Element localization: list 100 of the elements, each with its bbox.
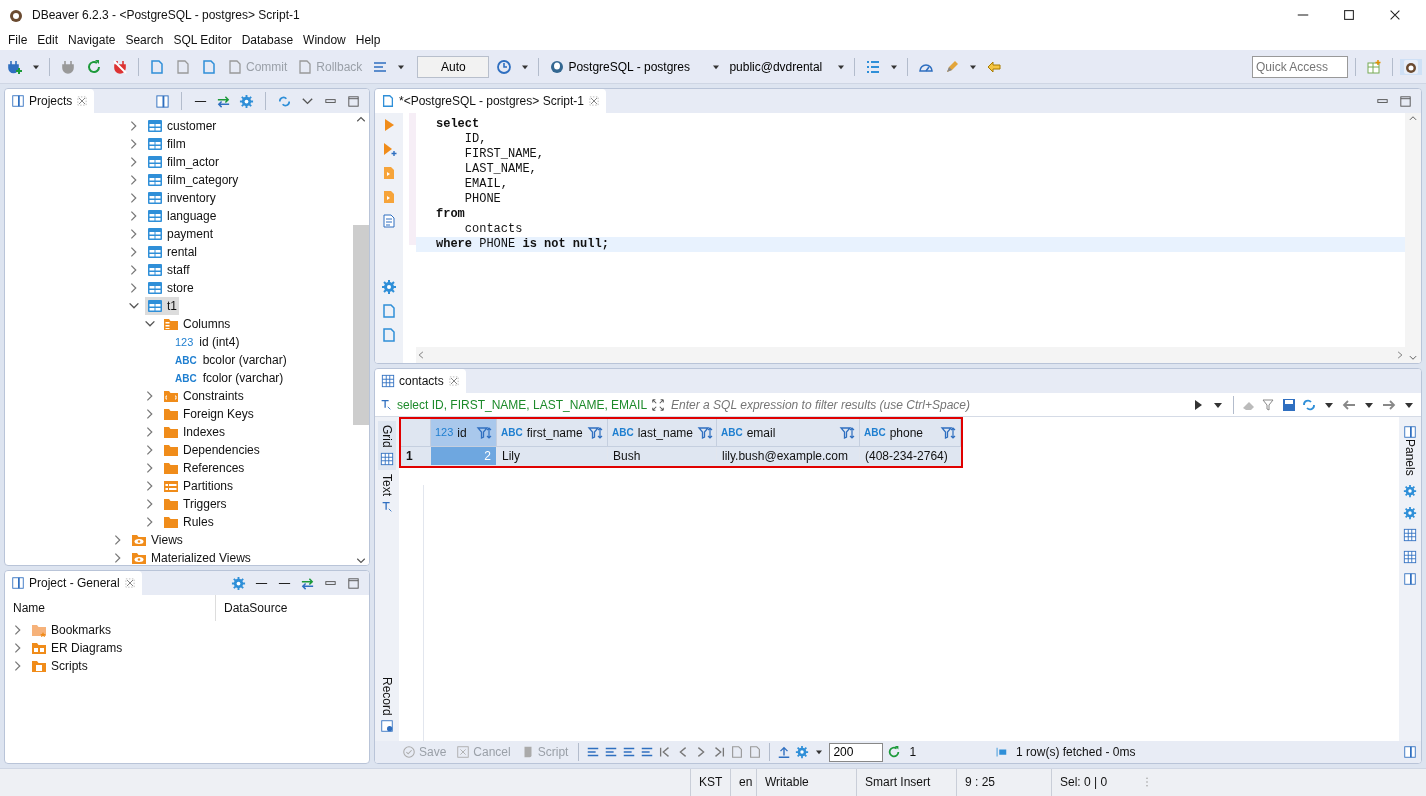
fetch-page-icon[interactable]: [730, 745, 745, 759]
column-header[interactable]: ABC email: [717, 419, 860, 447]
sort-filter-icon[interactable]: [476, 424, 492, 441]
close-icon[interactable]: [588, 95, 600, 107]
export-icon[interactable]: [381, 303, 397, 319]
settings-icon[interactable]: [381, 279, 397, 295]
query-label[interactable]: select ID, FIRST_NAME, LAST_NAME, EMAIL: [379, 395, 648, 414]
quick-access-field[interactable]: Quick Access: [1252, 55, 1348, 78]
sync-icon[interactable]: [277, 93, 292, 109]
tree-item[interactable]: Columns: [161, 315, 233, 333]
tree-item[interactable]: language: [145, 207, 219, 225]
panel-tab[interactable]: *<PostgreSQL - postgres> Script-1: [375, 89, 606, 113]
table-cell[interactable]: Lily: [497, 447, 608, 466]
tree-item[interactable]: inventory: [145, 189, 218, 207]
menu-item[interactable]: Navigate: [64, 31, 120, 49]
refresh-icon[interactable]: [887, 745, 902, 759]
tree-item[interactable]: film_category: [145, 171, 241, 189]
scroll-right-icon[interactable]: [1395, 350, 1405, 360]
maximize-icon[interactable]: [1398, 93, 1413, 109]
tree-item[interactable]: film: [145, 135, 188, 153]
tree-item[interactable]: Dependencies: [161, 441, 262, 459]
column-header[interactable]: DataSource: [215, 595, 360, 621]
auto-commit-button[interactable]: Auto: [417, 55, 490, 78]
panel-tab[interactable]: Project - General: [5, 571, 142, 595]
tree-item[interactable]: Indexes: [161, 423, 228, 441]
menu-item[interactable]: Help: [351, 31, 385, 49]
tree-item[interactable]: id (int4): [197, 333, 242, 351]
fetch-all-icon[interactable]: [748, 745, 763, 759]
table-cell[interactable]: Bush: [608, 447, 717, 466]
save-filter-icon[interactable]: [1281, 396, 1297, 413]
results-tab[interactable]: contacts: [375, 369, 466, 393]
connection-selector[interactable]: PostgreSQL - postgres: [546, 57, 707, 76]
view-tab[interactable]: Grid: [378, 421, 396, 470]
tree-item[interactable]: Triggers: [161, 495, 229, 513]
maximize-icon[interactable]: [346, 93, 361, 109]
settings-icon[interactable]: [239, 93, 254, 109]
scroll-down-icon[interactable]: [1408, 353, 1418, 363]
filter-icon[interactable]: [1261, 396, 1277, 413]
table-cell[interactable]: (408-234-2764): [860, 447, 961, 466]
sort-filter-icon[interactable]: [587, 424, 603, 441]
tree-item[interactable]: bcolor (varchar): [200, 351, 289, 369]
export-icon[interactable]: [777, 745, 792, 759]
column-header[interactable]: ABC phone: [860, 419, 961, 447]
add-row-icon[interactable]: [604, 745, 619, 759]
scroll-down-icon[interactable]: [355, 555, 367, 565]
tree-item[interactable]: Foreign Keys: [161, 405, 256, 423]
tree-item[interactable]: fcolor (varchar): [200, 369, 286, 387]
new-project-icon[interactable]: [155, 93, 170, 109]
view-tab[interactable]: Text: [378, 469, 396, 518]
panels-tab[interactable]: Panels: [1401, 425, 1419, 476]
tree-item[interactable]: Constraints: [161, 387, 246, 405]
tree-item[interactable]: film_actor: [145, 153, 221, 171]
tree-item[interactable]: Partitions: [161, 477, 236, 495]
scrollbar-thumb[interactable]: [353, 225, 369, 425]
close-icon[interactable]: [76, 95, 89, 107]
tree-item[interactable]: ER Diagrams: [29, 639, 125, 657]
tree-item[interactable]: rental: [145, 243, 200, 261]
menu-item[interactable]: Search: [121, 31, 168, 49]
grouping-icon[interactable]: [1403, 527, 1417, 542]
load-script-icon[interactable]: [381, 327, 397, 343]
close-icon[interactable]: [447, 375, 460, 387]
column-header[interactable]: 123 id: [431, 419, 497, 447]
tree-item[interactable]: staff: [145, 261, 192, 279]
menu-item[interactable]: File: [4, 31, 32, 49]
table-cell[interactable]: lily.bush@example.com: [717, 447, 860, 466]
panel-tab[interactable]: Projects: [5, 89, 95, 113]
schema-selector[interactable]: public@dvdrental: [726, 57, 832, 76]
tree-item[interactable]: payment: [145, 225, 216, 243]
column-header[interactable]: ABC first_name: [497, 419, 608, 447]
menu-item[interactable]: Window: [299, 31, 350, 49]
menu-item[interactable]: Edit: [33, 31, 63, 49]
sort-filter-icon[interactable]: [697, 424, 714, 441]
tree-item[interactable]: References: [161, 459, 247, 477]
scrollbar[interactable]: [416, 347, 1405, 363]
scrollbar[interactable]: [353, 113, 369, 565]
column-header[interactable]: Name: [5, 595, 215, 621]
scroll-up-icon[interactable]: [1408, 113, 1418, 123]
row-number[interactable]: 1: [401, 447, 431, 466]
maximize-icon[interactable]: [346, 575, 361, 591]
tree-item[interactable]: customer: [145, 117, 219, 135]
tree-item[interactable]: store: [145, 279, 196, 297]
tree-item[interactable]: Rules: [161, 513, 216, 531]
edit-icon[interactable]: [586, 745, 601, 759]
tree-item[interactable]: Scripts: [29, 657, 90, 675]
tree-item[interactable]: Views: [129, 531, 185, 549]
fetch-size-field[interactable]: 200: [829, 742, 884, 762]
settings-icon[interactable]: [231, 575, 246, 591]
copy-row-icon[interactable]: [622, 745, 637, 759]
sort-filter-icon[interactable]: [839, 424, 855, 441]
menu-item[interactable]: Database: [237, 31, 298, 49]
tree-item[interactable]: Materialized Views: [129, 549, 253, 565]
scrollbar[interactable]: [1405, 113, 1421, 363]
tree-item[interactable]: Bookmarks: [29, 621, 114, 639]
sort-filter-icon[interactable]: [940, 424, 956, 441]
panels-toggle-icon[interactable]: [1403, 745, 1417, 759]
column-header[interactable]: ABC last_name: [608, 419, 717, 447]
explain-plan-icon[interactable]: [381, 213, 397, 229]
delete-row-icon[interactable]: [640, 745, 655, 759]
tree-item[interactable]: t1: [145, 297, 179, 315]
menu-item[interactable]: SQL Editor: [169, 31, 236, 49]
